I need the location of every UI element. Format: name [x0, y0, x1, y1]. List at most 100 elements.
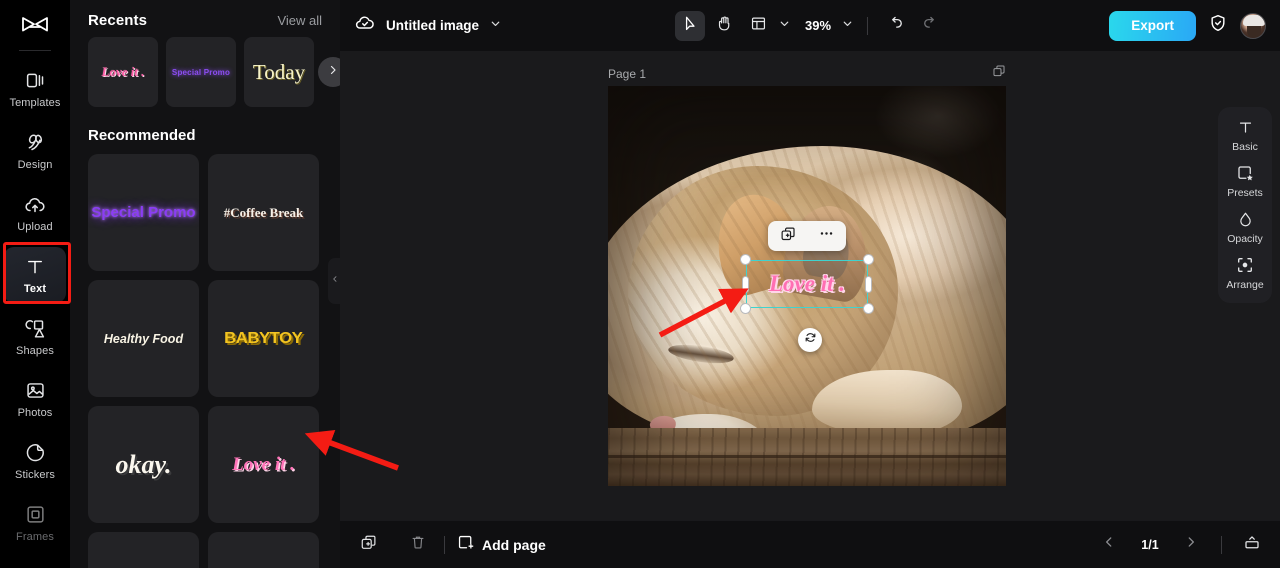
add-page-button[interactable]: Add page [457, 534, 546, 556]
panel-item-presets[interactable]: Presets [1222, 163, 1268, 199]
layout-icon [749, 15, 766, 37]
cloud-saved-icon[interactable] [354, 12, 376, 39]
duplicate-page-icon [360, 534, 377, 556]
delete-page-button[interactable] [404, 531, 432, 559]
hand-icon [715, 15, 732, 37]
select-tool-button[interactable] [674, 10, 705, 41]
template-card[interactable]: Healthy Food [88, 280, 199, 397]
title-chevron-down-icon[interactable] [489, 17, 502, 35]
layout-tool-button[interactable] [743, 11, 773, 41]
resize-handle-bottom-right[interactable] [863, 303, 874, 314]
selected-text-content[interactable]: Love it . [746, 260, 868, 308]
toolbar-divider [867, 16, 869, 35]
more-options-button[interactable] [814, 224, 840, 248]
redo-icon [921, 14, 939, 37]
frames-icon [24, 504, 46, 526]
zoom-chevron-down-icon[interactable] [841, 17, 854, 35]
app-root: Templates Design Upload Text Shapes Phot… [0, 0, 1280, 568]
text-icon [24, 256, 46, 278]
upload-icon [24, 194, 46, 216]
sidebar-item-stickers[interactable]: Stickers [4, 433, 66, 489]
duplicate-page-button[interactable] [354, 531, 382, 559]
sidebar-item-shapes[interactable]: Shapes [4, 309, 66, 365]
resize-handle-middle-left[interactable] [742, 276, 749, 293]
resize-handle-middle-right[interactable] [865, 276, 872, 293]
panel-collapse-handle[interactable] [328, 258, 340, 304]
resize-handle-top-right[interactable] [863, 254, 874, 265]
recent-card[interactable]: Today [244, 37, 314, 107]
prev-page-button[interactable] [1095, 531, 1123, 559]
panel-item-opacity[interactable]: Opacity [1222, 209, 1268, 245]
recents-next-button[interactable] [318, 57, 340, 87]
template-card[interactable]: #Coffee Break [208, 154, 319, 271]
next-page-button[interactable] [1177, 531, 1205, 559]
hand-tool-button[interactable] [709, 11, 739, 41]
sidebar-item-upload[interactable]: Upload [4, 185, 66, 241]
view-all-link[interactable]: View all [277, 13, 322, 28]
template-card[interactable]: BABYTOY [208, 280, 319, 397]
duplicate-layer-icon [780, 226, 796, 247]
sidebar-item-label: Frames [16, 530, 54, 543]
template-card[interactable]: okay. [88, 406, 199, 523]
template-card[interactable] [88, 532, 199, 568]
avatar[interactable] [1240, 12, 1266, 39]
template-card[interactable]: Love it . [208, 406, 319, 523]
presets-icon [1235, 163, 1255, 183]
artboard[interactable]: Love it . [608, 86, 1006, 486]
sidebar-item-templates[interactable]: Templates [4, 61, 66, 117]
shield-check-icon[interactable] [1208, 13, 1228, 38]
sidebar-item-text[interactable]: Text [4, 247, 66, 303]
zoom-level-value[interactable]: 39% [805, 18, 831, 33]
template-card[interactable] [208, 532, 319, 568]
sidebar-item-label: Upload [17, 220, 53, 233]
undo-button[interactable] [881, 11, 911, 41]
panel-item-label: Presets [1227, 187, 1263, 199]
sidebar-item-design[interactable]: Design [4, 123, 66, 179]
recents-row: Love it . Special Promo Today [70, 37, 340, 107]
redo-button[interactable] [915, 11, 945, 41]
element-context-toolbar [768, 221, 846, 251]
panel-item-arrange[interactable]: Arrange [1222, 255, 1268, 291]
page-navigation: 1/1 [1095, 531, 1266, 559]
sidebar-item-label: Shapes [16, 344, 54, 357]
cursor-arrow-icon [681, 15, 698, 37]
text-assets-panel: Recents View all Love it . Special Promo… [70, 0, 340, 568]
text-element-selection[interactable]: Love it . [740, 254, 874, 314]
rotate-handle[interactable] [798, 328, 822, 352]
canvas-area[interactable]: Page 1 Love it . Basic Presets Opacity A… [340, 51, 1280, 520]
sidebar-item-label: Stickers [15, 468, 55, 481]
sidebar-item-frames[interactable]: Frames [4, 495, 66, 551]
design-icon [24, 132, 46, 154]
document-title[interactable]: Untitled image [386, 18, 479, 33]
text-basic-icon [1235, 117, 1255, 137]
page-label: Page 1 [608, 66, 647, 81]
bottom-divider [1221, 535, 1222, 554]
template-card-label: Special Promo [91, 204, 196, 221]
resize-handle-bottom-left[interactable] [740, 303, 751, 314]
panel-item-basic[interactable]: Basic [1222, 117, 1268, 153]
opacity-drop-icon [1235, 209, 1255, 229]
toolbar-center: 39% [674, 10, 945, 41]
sidebar-item-label: Design [17, 158, 53, 171]
recent-card[interactable]: Love it . [88, 37, 158, 107]
template-card[interactable]: Special Promo [88, 154, 199, 271]
bottom-divider [444, 535, 445, 554]
panel-item-label: Basic [1232, 141, 1258, 153]
duplicate-layer-button[interactable] [775, 224, 801, 248]
export-button[interactable]: Export [1109, 10, 1196, 41]
recommended-title: Recommended [88, 127, 196, 144]
photos-icon [24, 380, 46, 402]
toolbar-right: Export [1109, 10, 1266, 41]
arrange-icon [1235, 255, 1255, 275]
page-label-row: Page 1 [608, 64, 1006, 83]
template-card-label: #Coffee Break [223, 204, 304, 220]
add-page-icon [457, 534, 474, 556]
page-duplicate-icon[interactable] [992, 64, 1006, 83]
capcut-logo-icon[interactable] [13, 8, 57, 46]
sidebar-item-photos[interactable]: Photos [4, 371, 66, 427]
sidebar-item-label: Photos [17, 406, 53, 419]
resize-handle-top-left[interactable] [740, 254, 751, 265]
layout-chevron-down-icon[interactable] [778, 17, 791, 35]
recent-card[interactable]: Special Promo [166, 37, 236, 107]
expand-panel-button[interactable] [1238, 531, 1266, 559]
